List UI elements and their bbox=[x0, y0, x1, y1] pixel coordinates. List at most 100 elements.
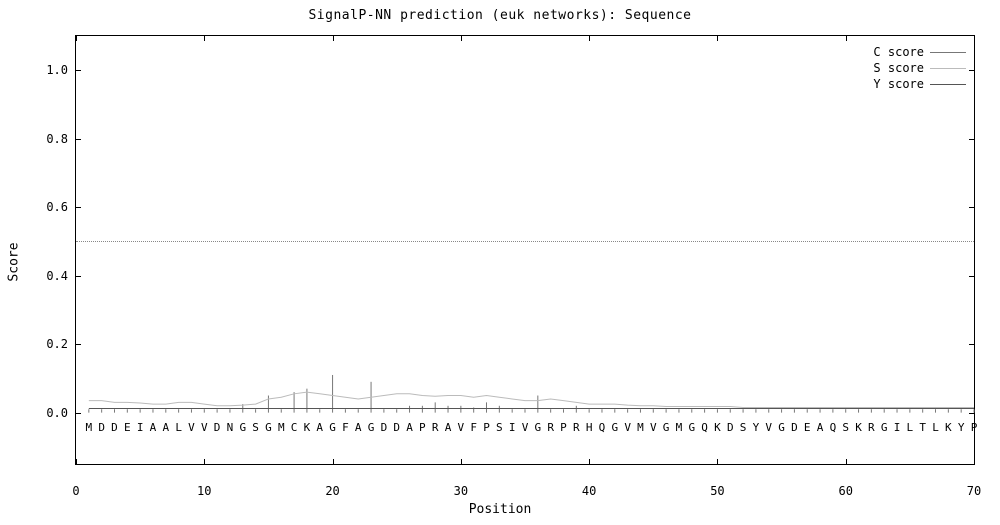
sequence-row: MDDEIAALVVDNGSGMCKAGFAGDDAPRAVFPSIVGRPRH… bbox=[76, 421, 974, 435]
residue-letter: L bbox=[932, 421, 939, 434]
residue-letter: G bbox=[778, 421, 785, 434]
residue-letter: F bbox=[342, 421, 349, 434]
residue-letter: V bbox=[201, 421, 208, 434]
residue-letter: A bbox=[355, 421, 362, 434]
residue-letter: G bbox=[663, 421, 670, 434]
legend: C score S score Y score bbox=[873, 44, 966, 92]
residue-letter: V bbox=[650, 421, 657, 434]
residue-letter: A bbox=[406, 421, 413, 434]
y-tick-label: 0.0 bbox=[46, 406, 68, 420]
residue-letter: G bbox=[329, 421, 336, 434]
residue-letter: N bbox=[227, 421, 234, 434]
y-tick-label: 0.6 bbox=[46, 200, 68, 214]
legend-entry: C score bbox=[873, 44, 966, 60]
residue-letter: Q bbox=[599, 421, 606, 434]
residue-letter: V bbox=[624, 421, 631, 434]
x-tick-label: 40 bbox=[582, 484, 596, 498]
residue-letter: R bbox=[868, 421, 875, 434]
residue-letter: I bbox=[894, 421, 901, 434]
residue-letter: V bbox=[522, 421, 529, 434]
residue-letter: K bbox=[304, 421, 311, 434]
plot-area: C score S score Y score 0.00.20.40.60.81… bbox=[75, 35, 975, 465]
residue-letter: E bbox=[804, 421, 811, 434]
residue-letter: I bbox=[509, 421, 516, 434]
x-tick-label: 10 bbox=[197, 484, 211, 498]
residue-letter: G bbox=[368, 421, 375, 434]
residue-letter: A bbox=[162, 421, 169, 434]
legend-swatch-s bbox=[930, 68, 966, 69]
residue-letter: M bbox=[637, 421, 644, 434]
residue-letter: P bbox=[971, 421, 978, 434]
residue-letter: G bbox=[535, 421, 542, 434]
x-tick-label: 50 bbox=[710, 484, 724, 498]
residue-letter: S bbox=[740, 421, 747, 434]
residue-letter: Q bbox=[701, 421, 708, 434]
residue-letter: K bbox=[945, 421, 952, 434]
residue-letter: S bbox=[842, 421, 849, 434]
residue-letter: A bbox=[150, 421, 157, 434]
legend-swatch-c bbox=[930, 52, 966, 53]
residue-letter: K bbox=[714, 421, 721, 434]
residue-letter: R bbox=[573, 421, 580, 434]
chart-container: SignalP-NN prediction (euk networks): Se… bbox=[0, 0, 1000, 525]
residue-letter: G bbox=[239, 421, 246, 434]
x-tick-label: 70 bbox=[967, 484, 981, 498]
residue-letter: M bbox=[86, 421, 93, 434]
x-tick-label: 30 bbox=[454, 484, 468, 498]
residue-letter: V bbox=[765, 421, 772, 434]
residue-letter: L bbox=[907, 421, 914, 434]
x-tick-label: 0 bbox=[72, 484, 79, 498]
residue-letter: F bbox=[470, 421, 477, 434]
legend-label: Y score bbox=[873, 77, 924, 91]
x-tick-label: 20 bbox=[325, 484, 339, 498]
residue-letter: R bbox=[547, 421, 554, 434]
residue-letter: G bbox=[881, 421, 888, 434]
residue-letter: K bbox=[855, 421, 862, 434]
residue-letter: M bbox=[278, 421, 285, 434]
legend-entry: Y score bbox=[873, 76, 966, 92]
residue-letter: P bbox=[560, 421, 567, 434]
residue-letter: D bbox=[791, 421, 798, 434]
residue-letter: R bbox=[432, 421, 439, 434]
y-tick-label: 0.2 bbox=[46, 337, 68, 351]
residue-letter: Q bbox=[830, 421, 837, 434]
residue-letter: Y bbox=[753, 421, 760, 434]
residue-letter: S bbox=[252, 421, 259, 434]
residue-letter: P bbox=[483, 421, 490, 434]
residue-letter: Y bbox=[958, 421, 965, 434]
residue-letter: L bbox=[175, 421, 182, 434]
residue-letter: V bbox=[188, 421, 195, 434]
residue-letter: G bbox=[611, 421, 618, 434]
residue-letter: T bbox=[919, 421, 926, 434]
legend-swatch-y bbox=[930, 84, 966, 85]
y-axis-label: Score bbox=[7, 242, 22, 281]
residue-letter: A bbox=[316, 421, 323, 434]
residue-letter: M bbox=[676, 421, 683, 434]
residue-letter: A bbox=[817, 421, 824, 434]
residue-letter: G bbox=[265, 421, 272, 434]
residue-letter: D bbox=[98, 421, 105, 434]
legend-label: S score bbox=[873, 61, 924, 75]
residue-letter: V bbox=[458, 421, 465, 434]
y-tick-label: 0.8 bbox=[46, 132, 68, 146]
y-tick-label: 1.0 bbox=[46, 63, 68, 77]
residue-letter: H bbox=[586, 421, 593, 434]
residue-letter: D bbox=[214, 421, 221, 434]
residue-letter: C bbox=[291, 421, 298, 434]
residue-letter: E bbox=[124, 421, 131, 434]
threshold-line bbox=[76, 241, 974, 242]
residue-letter: D bbox=[111, 421, 118, 434]
residue-letter: S bbox=[496, 421, 503, 434]
residue-letter: P bbox=[419, 421, 426, 434]
legend-entry: S score bbox=[873, 60, 966, 76]
x-axis-label: Position bbox=[0, 502, 1000, 517]
residue-letter: D bbox=[393, 421, 400, 434]
legend-label: C score bbox=[873, 45, 924, 59]
residue-letter: D bbox=[727, 421, 734, 434]
residue-letter: I bbox=[137, 421, 144, 434]
chart-title: SignalP-NN prediction (euk networks): Se… bbox=[0, 8, 1000, 23]
data-series-layer bbox=[76, 36, 974, 464]
y-tick-label: 0.4 bbox=[46, 269, 68, 283]
x-tick-label: 60 bbox=[838, 484, 852, 498]
residue-letter: G bbox=[688, 421, 695, 434]
